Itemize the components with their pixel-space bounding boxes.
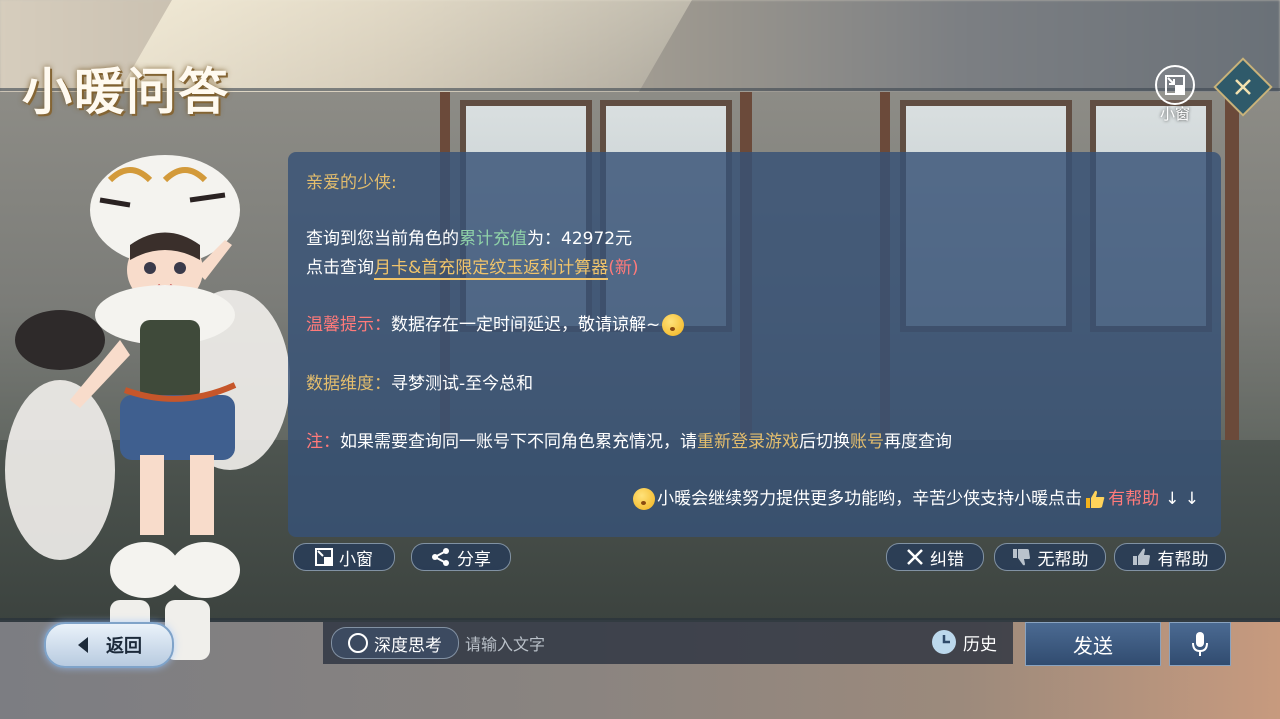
recharge-query-line: 查询到您当前角色的累计充值为：42972元	[306, 224, 632, 249]
mini-window-top-label: 小窗	[1159, 105, 1190, 123]
note-text-1: 如果需要查询同一账号下不同角色累充情况，请	[340, 432, 697, 452]
calculator-line: 点击查询月卡&首充限定纹玉返利计算器(新)	[306, 253, 639, 280]
share-label: 分享	[457, 549, 491, 570]
answer-panel: 亲爱的少侠: 查询到您当前角色的累计充值为：42972元 点击查询月卡&首充限定…	[288, 152, 1221, 537]
mini-window-icon	[315, 548, 333, 566]
deep-think-toggle[interactable]: 深度思考	[331, 627, 459, 659]
query-suffix: 为：42972元	[527, 229, 633, 249]
correct-button[interactable]: 纠错	[886, 543, 984, 571]
send-label: 发送	[1073, 633, 1113, 658]
note-line: 注：如果需要查询同一账号下不同角色累充情况，请重新登录游戏后切换账号再度查询	[306, 427, 952, 452]
note-text-2: 后切换	[799, 432, 850, 452]
question-input[interactable]	[463, 628, 907, 660]
helpful-button[interactable]: 有帮助	[1114, 543, 1226, 571]
page-title: 小暖问答	[22, 62, 230, 121]
back-label: 返回	[106, 636, 142, 657]
radio-ring-icon	[348, 633, 368, 653]
history-label: 历史	[963, 634, 997, 655]
character-illustration	[5, 155, 290, 660]
deep-think-label: 深度思考	[374, 635, 442, 656]
dimension-line: 数据维度：寻梦测试-至今总和	[306, 369, 533, 394]
footer-arrows: ↓ ↓	[1165, 489, 1199, 509]
mini-window-button[interactable]: 小窗	[293, 543, 395, 571]
footer-line: 小暖会继续努力提供更多功能哟，辛苦少侠支持小暖点击 有帮助 ↓ ↓	[631, 484, 1199, 510]
close-icon	[1235, 79, 1251, 95]
back-arrow-icon	[78, 637, 88, 653]
dimension-text: 寻梦测试-至今总和	[391, 374, 534, 394]
thumbs-down-icon	[1012, 549, 1030, 566]
input-bar: 深度思考 历史	[323, 622, 1013, 664]
new-badge: (新)	[608, 258, 639, 278]
dimension-label: 数据维度：	[306, 374, 391, 394]
kiss-emoji-icon	[662, 314, 685, 336]
share-button[interactable]: 分享	[411, 543, 511, 571]
note-highlight-account: 账号	[850, 432, 884, 452]
microphone-button[interactable]	[1169, 622, 1231, 666]
back-button[interactable]: 返回	[44, 622, 174, 668]
correct-label: 纠错	[930, 549, 964, 570]
calculator-link[interactable]: 月卡&首充限定纹玉返利计算器	[374, 258, 609, 280]
unhelpful-label: 无帮助	[1037, 549, 1089, 570]
share-icon	[432, 548, 449, 566]
footer-text: 小暖会继续努力提供更多功能哟，辛苦少侠支持小暖点击	[657, 489, 1083, 509]
thumbs-up-icon	[1132, 548, 1150, 565]
mini-window-icon	[1155, 65, 1195, 105]
tip-label: 温馨提示：	[306, 315, 391, 335]
history-button[interactable]: 历史	[931, 629, 997, 655]
tip-text: 数据存在一定时间延迟，敬请谅解~	[391, 315, 661, 335]
microphone-icon	[1192, 632, 1208, 656]
mini-window-label: 小窗	[339, 549, 373, 570]
greeting-text: 亲爱的少侠:	[306, 173, 397, 193]
send-button[interactable]: 发送	[1025, 622, 1161, 666]
query-prefix: 查询到您当前角色的	[306, 229, 459, 249]
query-highlight: 累计充值	[459, 229, 527, 249]
tip-line: 温馨提示：数据存在一定时间延迟，敬请谅解~	[306, 310, 686, 336]
kiss-emoji-icon	[633, 488, 656, 510]
helpful-label: 有帮助	[1157, 549, 1209, 570]
note-label: 注：	[306, 432, 340, 452]
clock-icon	[932, 630, 956, 654]
note-highlight-relogin: 重新登录游戏	[697, 432, 799, 452]
footer-highlight: 有帮助	[1108, 489, 1160, 509]
thumbs-up-emoji-icon	[1086, 490, 1105, 508]
note-text-3: 再度查询	[884, 432, 952, 452]
unhelpful-button[interactable]: 无帮助	[994, 543, 1106, 571]
cross-icon	[907, 549, 923, 565]
click-prefix: 点击查询	[306, 258, 374, 278]
mini-window-top-button[interactable]: 小窗	[1154, 65, 1196, 125]
